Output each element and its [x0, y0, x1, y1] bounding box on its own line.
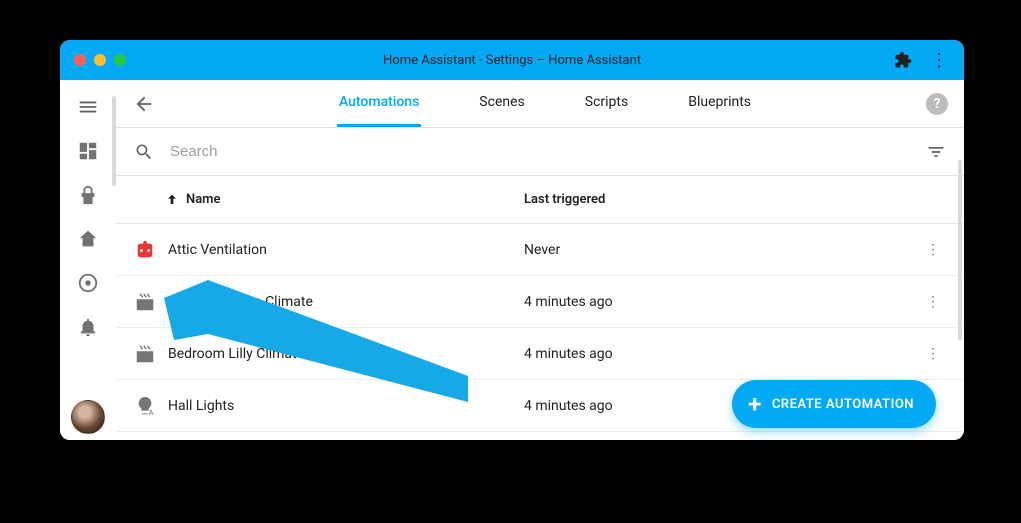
- tab-blueprints[interactable]: Blueprints: [686, 80, 753, 127]
- content-scrollbar[interactable]: [958, 160, 962, 340]
- row-name: Bedroom Flynn Climate: [168, 294, 524, 310]
- filter-icon[interactable]: [926, 142, 946, 162]
- create-automation-button[interactable]: + CREATE AUTOMATION: [732, 380, 936, 428]
- tab-scripts[interactable]: Scripts: [583, 80, 630, 127]
- home-icon[interactable]: [77, 228, 99, 250]
- row-last-triggered: Never: [524, 242, 920, 258]
- fab-label: CREATE AUTOMATION: [772, 397, 914, 412]
- extensions-icon[interactable]: [894, 51, 912, 69]
- devtools-icon[interactable]: [77, 184, 99, 206]
- row-overflow-menu[interactable]: ⋮: [920, 294, 946, 310]
- arrow-left-icon: [133, 93, 155, 115]
- row-last-triggered: 4 minutes ago: [524, 346, 920, 362]
- app-window: Home Assistant - Settings – Home Assista…: [60, 40, 964, 440]
- search-input[interactable]: [168, 142, 912, 161]
- row-type-icon: [134, 291, 168, 313]
- row-type-icon: [134, 343, 168, 365]
- tab-scenes[interactable]: Scenes: [477, 80, 526, 127]
- sort-asc-icon[interactable]: [164, 192, 180, 208]
- row-overflow-menu[interactable]: ⋮: [920, 242, 946, 258]
- table-row[interactable]: Attic Ventilation Never ⋮: [116, 224, 964, 276]
- titlebar: Home Assistant - Settings – Home Assista…: [60, 40, 964, 80]
- overflow-menu-icon[interactable]: ⋮: [922, 50, 956, 71]
- tab-automations[interactable]: Automations: [337, 80, 421, 127]
- row-name: Bedroom Lilly Climate: [168, 346, 524, 362]
- row-name: Attic Ventilation: [168, 242, 524, 258]
- main-content: Automations Scenes Scripts Blueprints ? …: [116, 80, 964, 440]
- row-last-triggered: 4 minutes ago: [524, 294, 920, 310]
- dashboard-icon[interactable]: [77, 140, 99, 162]
- table-row[interactable]: Bedroom Flynn Climate 4 minutes ago ⋮: [116, 276, 964, 328]
- back-button[interactable]: [124, 93, 164, 115]
- window-title: Home Assistant - Settings – Home Assista…: [60, 53, 964, 68]
- search-icon: [134, 142, 154, 162]
- svg-text:A: A: [149, 408, 154, 417]
- menu-icon[interactable]: [77, 96, 99, 118]
- plus-icon: +: [748, 392, 762, 416]
- row-type-icon: [134, 239, 168, 261]
- table-row[interactable]: Bedroom Lilly Climate 4 minutes ago ⋮: [116, 328, 964, 380]
- row-overflow-menu[interactable]: ⋮: [920, 346, 946, 362]
- notifications-icon[interactable]: [77, 316, 99, 338]
- tabs: Automations Scenes Scripts Blueprints: [164, 80, 926, 127]
- row-name: Hall Lights: [168, 398, 524, 414]
- sidebar-rail: [60, 80, 116, 440]
- row-type-icon: A: [134, 395, 168, 417]
- topbar: Automations Scenes Scripts Blueprints ?: [116, 80, 964, 128]
- table-header: Name Last triggered: [116, 176, 964, 224]
- column-last-triggered[interactable]: Last triggered: [524, 192, 605, 207]
- user-avatar[interactable]: [71, 400, 105, 434]
- help-icon[interactable]: ?: [926, 93, 948, 115]
- search-bar: [116, 128, 964, 176]
- logbook-icon[interactable]: [77, 272, 99, 294]
- column-name[interactable]: Name: [186, 192, 220, 207]
